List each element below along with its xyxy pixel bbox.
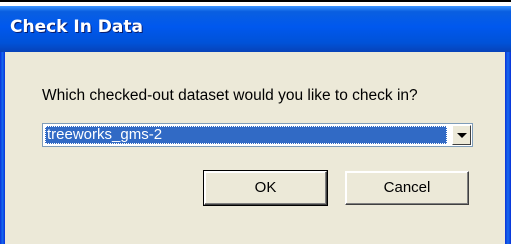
window-top-line <box>0 0 511 2</box>
dataset-select-value[interactable]: treeworks_gms-2 <box>45 126 447 144</box>
ok-button[interactable]: OK <box>203 170 328 206</box>
title-bar[interactable]: Check In Data <box>0 6 511 52</box>
check-in-data-dialog: Check In Data Which checked-out dataset … <box>0 0 511 244</box>
dialog-body: Which checked-out dataset would you like… <box>5 52 505 244</box>
chevron-down-icon <box>457 133 467 138</box>
dataset-select[interactable]: treeworks_gms-2 <box>42 123 473 147</box>
prompt-label: Which checked-out dataset would you like… <box>42 87 418 104</box>
window-right-border <box>505 52 511 244</box>
dataset-select-dropdown-button[interactable] <box>452 125 471 145</box>
window-title: Check In Data <box>10 17 143 37</box>
cancel-button[interactable]: Cancel <box>345 171 469 205</box>
